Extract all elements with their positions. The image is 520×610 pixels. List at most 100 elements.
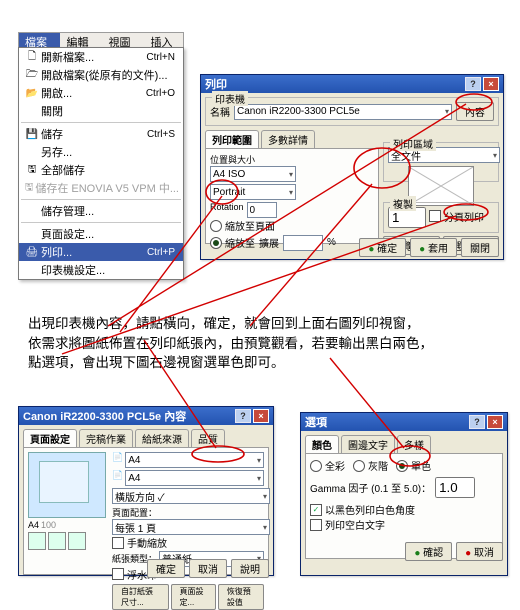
printer-properties-dialog: Canon iR2200-3300 PCL5e 內容 ? × 頁面設定 完稿作業… <box>18 406 274 576</box>
radio-grayscale[interactable]: 灰階 <box>353 458 388 473</box>
open-icon: 🗁 <box>23 67 41 84</box>
tab-quality[interactable]: 品質 <box>191 429 225 447</box>
radio-fit-page[interactable]: 縮放至頁面 <box>210 218 275 233</box>
close-button[interactable]: × <box>483 77 499 91</box>
hollow-checkbox[interactable]: 列印空白文字 <box>310 517 385 532</box>
radio-fit-to[interactable]: 縮放至 <box>210 235 255 250</box>
menu-item-open[interactable]: 📂 開啟... Ctrl+O <box>19 84 183 102</box>
thumb-icon[interactable] <box>68 532 86 550</box>
tab-page-setup[interactable]: 頁面設定 <box>23 429 77 447</box>
radio-fullcolor[interactable]: 全彩 <box>310 458 345 473</box>
tab-color[interactable]: 顏色 <box>305 435 339 453</box>
menu-shortcut: Ctrl+N <box>146 52 179 63</box>
apply-button[interactable]: ● 套用 <box>410 238 457 257</box>
gamma-field[interactable] <box>435 477 475 498</box>
menu-item-save-vpm: 🖫 儲存在 ENOVIA V5 VPM 中... <box>19 179 183 197</box>
menu-item-page-setup[interactable]: 頁面設定... <box>19 225 183 243</box>
menu-item-print[interactable]: 🖨 列印... Ctrl+P <box>19 243 183 261</box>
group-title-printer: 印表機 <box>212 91 248 106</box>
ok-button[interactable]: ● 確定 <box>359 238 406 257</box>
instruction-text: 出現印表機內容，請點橫向，確定，就會回到上面右圖列印視窗， 依需求將圖紙佈置在列… <box>28 314 508 373</box>
new-icon: 🗋 <box>23 49 41 66</box>
orient-select[interactable]: Portrait▾ <box>210 184 296 200</box>
dialog-title: 列印 <box>205 76 463 92</box>
menu-item-label: 開啟... <box>41 85 146 101</box>
label-gamma: Gamma 因子 (0.1 至 5.0)： <box>310 480 431 495</box>
open-icon: 📂 <box>23 88 41 99</box>
label-layout: 頁面配置： <box>112 506 264 519</box>
menu-item-save-mgmt[interactable]: 儲存管理... <box>19 202 183 220</box>
printer-name: Canon iR2200-3300 PCL5e <box>237 106 360 117</box>
file-dropdown: 🗋 開新檔案... Ctrl+N 🗁 開啟檔案(從原有的文件)... 📂 開啟.… <box>18 47 184 280</box>
menu-item-new[interactable]: 🗋 開新檔案... Ctrl+N <box>19 48 183 66</box>
menu-item-close[interactable]: 關閉 <box>19 102 183 120</box>
menu-item-label: 另存... <box>41 144 179 160</box>
radio-mono[interactable]: 單色 <box>396 458 431 473</box>
menu-separator <box>21 199 181 200</box>
titlebar: Canon iR2200-3300 PCL5e 內容 ? × <box>19 407 273 425</box>
menu-item-label: 開新檔案... <box>41 49 146 65</box>
menu-item-save-as[interactable]: 另存... <box>19 143 183 161</box>
label-scale: 100 <box>41 520 56 530</box>
page-options-button[interactable]: 頁面設定... <box>171 584 216 610</box>
dialog-title: 選項 <box>305 414 467 430</box>
close-button[interactable]: 關閉 <box>461 238 499 257</box>
collate-checkbox[interactable]: 分頁列印 <box>429 209 484 224</box>
tab-params[interactable]: 多數詳情 <box>261 130 315 148</box>
help-button[interactable]: ? <box>235 409 251 423</box>
help-button[interactable]: ? <box>469 415 485 429</box>
menu-item-open-from[interactable]: 🗁 開啟檔案(從原有的文件)... <box>19 66 183 84</box>
print-dialog: 列印 ? × 印表機 名稱 Canon iR2200-3300 PCL5e ▾ … <box>200 74 504 260</box>
menu-item-save[interactable]: 💾 儲存 Ctrl+S <box>19 125 183 143</box>
menu-shortcut: Ctrl+S <box>147 129 179 140</box>
close-button[interactable]: × <box>253 409 269 423</box>
restore-button[interactable]: 恢復預設值 <box>218 584 264 610</box>
help-button[interactable]: ? <box>465 77 481 91</box>
properties-button[interactable]: 內容 <box>456 102 494 121</box>
group-title-copies: 複製 <box>390 196 416 211</box>
menu-separator <box>21 122 181 123</box>
invert-checkbox[interactable]: ✓以黑色列印白色角度 <box>310 502 415 517</box>
close-button[interactable]: × <box>487 415 503 429</box>
label-a4b: 📄 <box>112 470 123 486</box>
ok-button[interactable]: ● 確認 <box>405 542 452 561</box>
ok-button[interactable]: 確定 <box>147 559 185 578</box>
page-preview <box>408 166 474 206</box>
menu-item-label: 關閉 <box>41 103 179 119</box>
menu-item-save-all[interactable]: 🖫 全部儲存 <box>19 161 183 179</box>
instruction-line: 點選項，會出現下圖右邊視窗選單色即可。 <box>28 353 508 373</box>
label-rotation: Rotation <box>210 202 244 218</box>
rotation-field[interactable] <box>247 202 277 218</box>
menu-item-label: 儲存 <box>41 126 147 142</box>
extend-field[interactable] <box>283 235 323 251</box>
printer-illustration <box>28 452 106 518</box>
manual-scale-checkbox[interactable]: 手動縮放 <box>112 535 167 550</box>
custom-paper-button[interactable]: 自訂紙張尺寸... <box>112 584 169 610</box>
cancel-button[interactable]: 取消 <box>189 559 227 578</box>
help-button[interactable]: 說明 <box>231 559 269 578</box>
menu-item-printer-setup[interactable]: 印表機設定... <box>19 261 183 279</box>
tab-misc[interactable]: 多樣 <box>397 435 431 453</box>
instruction-line: 依需求將圖紙佈置在列印紙張內，由預覽觀看，若要輸出黑白兩色， <box>28 334 508 354</box>
label-percent: % <box>327 237 336 248</box>
cancel-button[interactable]: ● 取消 <box>456 542 503 561</box>
thumb-icon[interactable] <box>28 532 46 550</box>
pages-per-sheet-select[interactable]: 每張 1 頁▾ <box>112 519 270 535</box>
tab-edge[interactable]: 圖邊文字 <box>341 435 395 453</box>
output-size-select[interactable]: A4▾ <box>125 470 264 486</box>
paper-size-select[interactable]: A4▾ <box>125 452 264 468</box>
dialog-title: Canon iR2200-3300 PCL5e 內容 <box>23 408 233 424</box>
menu-item-label: 儲存管理... <box>41 203 179 219</box>
menu-item-label: 列印... <box>41 244 147 260</box>
printer-select[interactable]: Canon iR2200-3300 PCL5e ▾ <box>234 104 452 120</box>
save-icon: 💾 <box>23 129 41 140</box>
group-title-area: 列印區域 <box>390 136 436 151</box>
paper-select[interactable]: A4 ISO▾ <box>210 166 296 182</box>
thumb-icon[interactable] <box>48 532 66 550</box>
label-a4: 📄 <box>112 452 123 468</box>
tab-paper-src[interactable]: 給紙來源 <box>135 429 189 447</box>
tab-range[interactable]: 列印範圍 <box>205 130 259 148</box>
chevron-down-icon: ▾ <box>445 107 449 116</box>
tab-finish[interactable]: 完稿作業 <box>79 429 133 447</box>
layout-select[interactable]: 橫版方向 ✓▾ <box>112 488 270 504</box>
